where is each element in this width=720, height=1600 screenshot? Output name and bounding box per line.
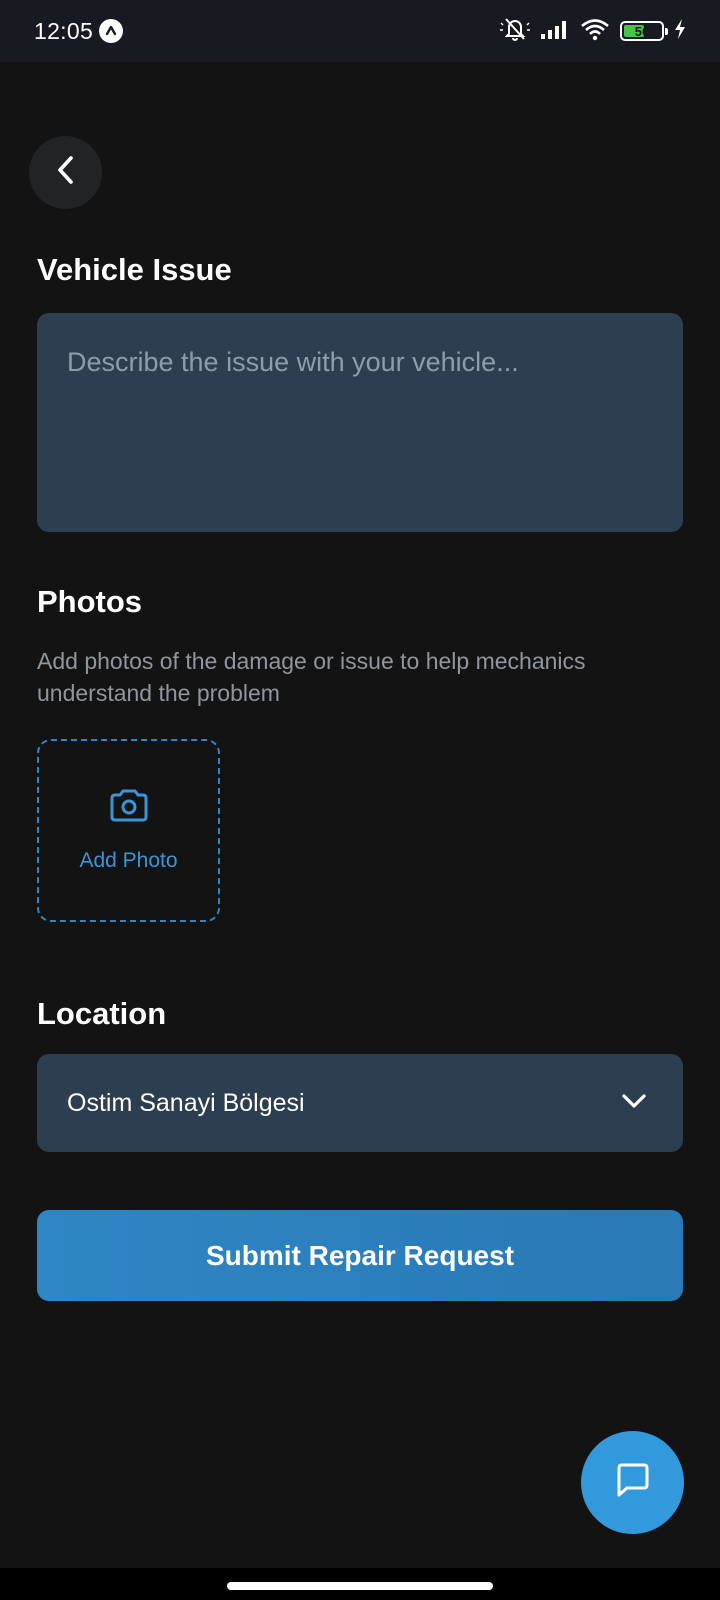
charging-icon: [674, 18, 686, 45]
location-selected-value: Ostim Sanayi Bölgesi: [67, 1088, 305, 1117]
chevron-down-icon: [621, 1093, 647, 1114]
status-bar: 12:05 56: [0, 0, 720, 62]
location-title: Location: [37, 996, 167, 1031]
status-right: 56: [500, 16, 686, 47]
add-photo-label: Add Photo: [79, 849, 178, 872]
repair-request-screen: 12:05 56 Vehicle Issue Describe the issu…: [0, 0, 720, 1600]
photos-title: Photos: [37, 584, 143, 619]
battery-level: 56: [634, 23, 650, 39]
vehicle-issue-input[interactable]: [37, 313, 683, 532]
home-indicator[interactable]: [227, 1582, 493, 1590]
mute-icon: [500, 16, 530, 47]
wifi-icon: [580, 17, 610, 46]
battery-icon: 56: [620, 21, 668, 41]
submit-repair-request-button[interactable]: Submit Repair Request: [37, 1210, 683, 1301]
photos-description: Add photos of the damage or issue to hel…: [37, 648, 586, 706]
status-time: 12:05: [34, 17, 94, 44]
camera-icon: [108, 788, 150, 829]
chat-button[interactable]: [581, 1431, 684, 1534]
status-left: 12:05: [34, 17, 124, 45]
chevron-left-icon: [54, 155, 78, 190]
chat-icon: [613, 1460, 653, 1505]
vehicle-issue-title: Vehicle Issue: [37, 252, 232, 287]
add-photo-button[interactable]: Add Photo: [37, 739, 220, 922]
location-dropdown[interactable]: Ostim Sanayi Bölgesi: [37, 1054, 683, 1152]
battery-tip: [665, 28, 668, 35]
signal-icon: [540, 18, 570, 45]
app-notification-icon: [99, 19, 124, 43]
back-button[interactable]: [29, 136, 102, 209]
